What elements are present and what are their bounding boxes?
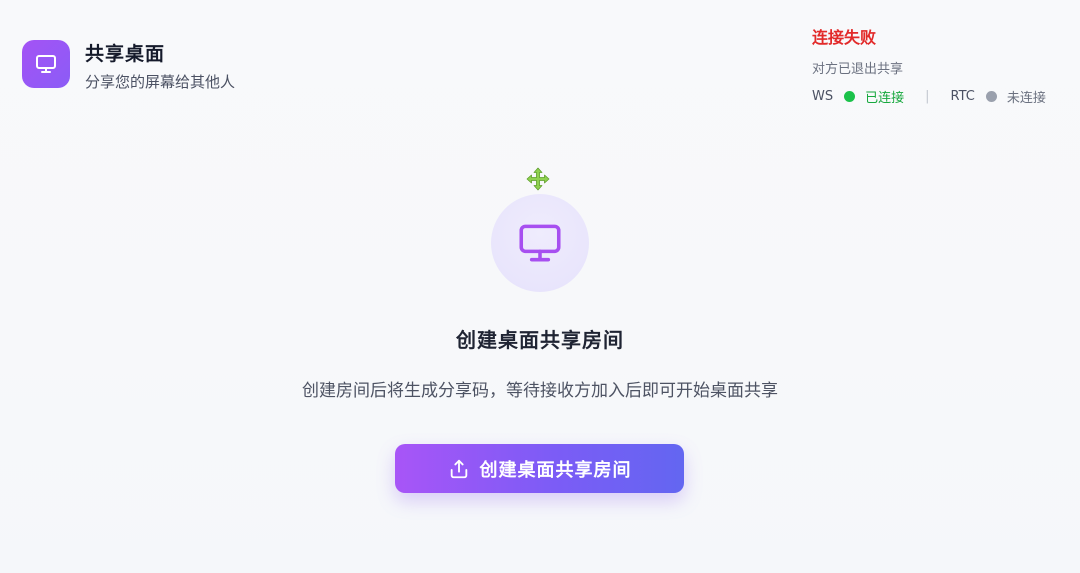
app-title: 共享桌面 — [85, 43, 166, 65]
connection-status-title: 连接失败 — [812, 28, 877, 47]
monitor-icon — [34, 52, 58, 76]
move-arrows-icon[interactable] — [526, 167, 550, 191]
share-upload-icon — [448, 458, 470, 480]
rtc-status-text: 未连接 — [1006, 91, 1046, 106]
connection-indicators: WS 已连接 | RTC 未连接 — [812, 87, 1046, 106]
section-title: 创建桌面共享房间 — [456, 328, 624, 352]
ws-status-dot — [844, 91, 856, 102]
app-logo — [22, 40, 70, 88]
status-separator: | — [925, 89, 930, 104]
app-subtitle: 分享您的屏幕给其他人 — [85, 73, 236, 91]
rtc-status-dot — [985, 91, 997, 102]
ws-label: WS — [812, 89, 834, 104]
share-desktop-page: 共享桌面 分享您的屏幕给其他人 连接失败 对方已退出共享 WS 已连接 | RT… — [0, 0, 1080, 573]
rtc-label: RTC — [950, 89, 975, 104]
section-description: 创建房间后将生成分享码，等待接收方加入后即可开始桌面共享 — [302, 381, 778, 401]
ws-status-text: 已连接 — [865, 91, 905, 106]
create-room-button[interactable]: 创建桌面共享房间 — [395, 444, 684, 493]
create-room-button-label: 创建桌面共享房间 — [479, 459, 632, 481]
connection-status-detail: 对方已退出共享 — [812, 62, 904, 77]
monitor-icon — [515, 218, 565, 268]
hero-icon-circle — [491, 194, 589, 292]
